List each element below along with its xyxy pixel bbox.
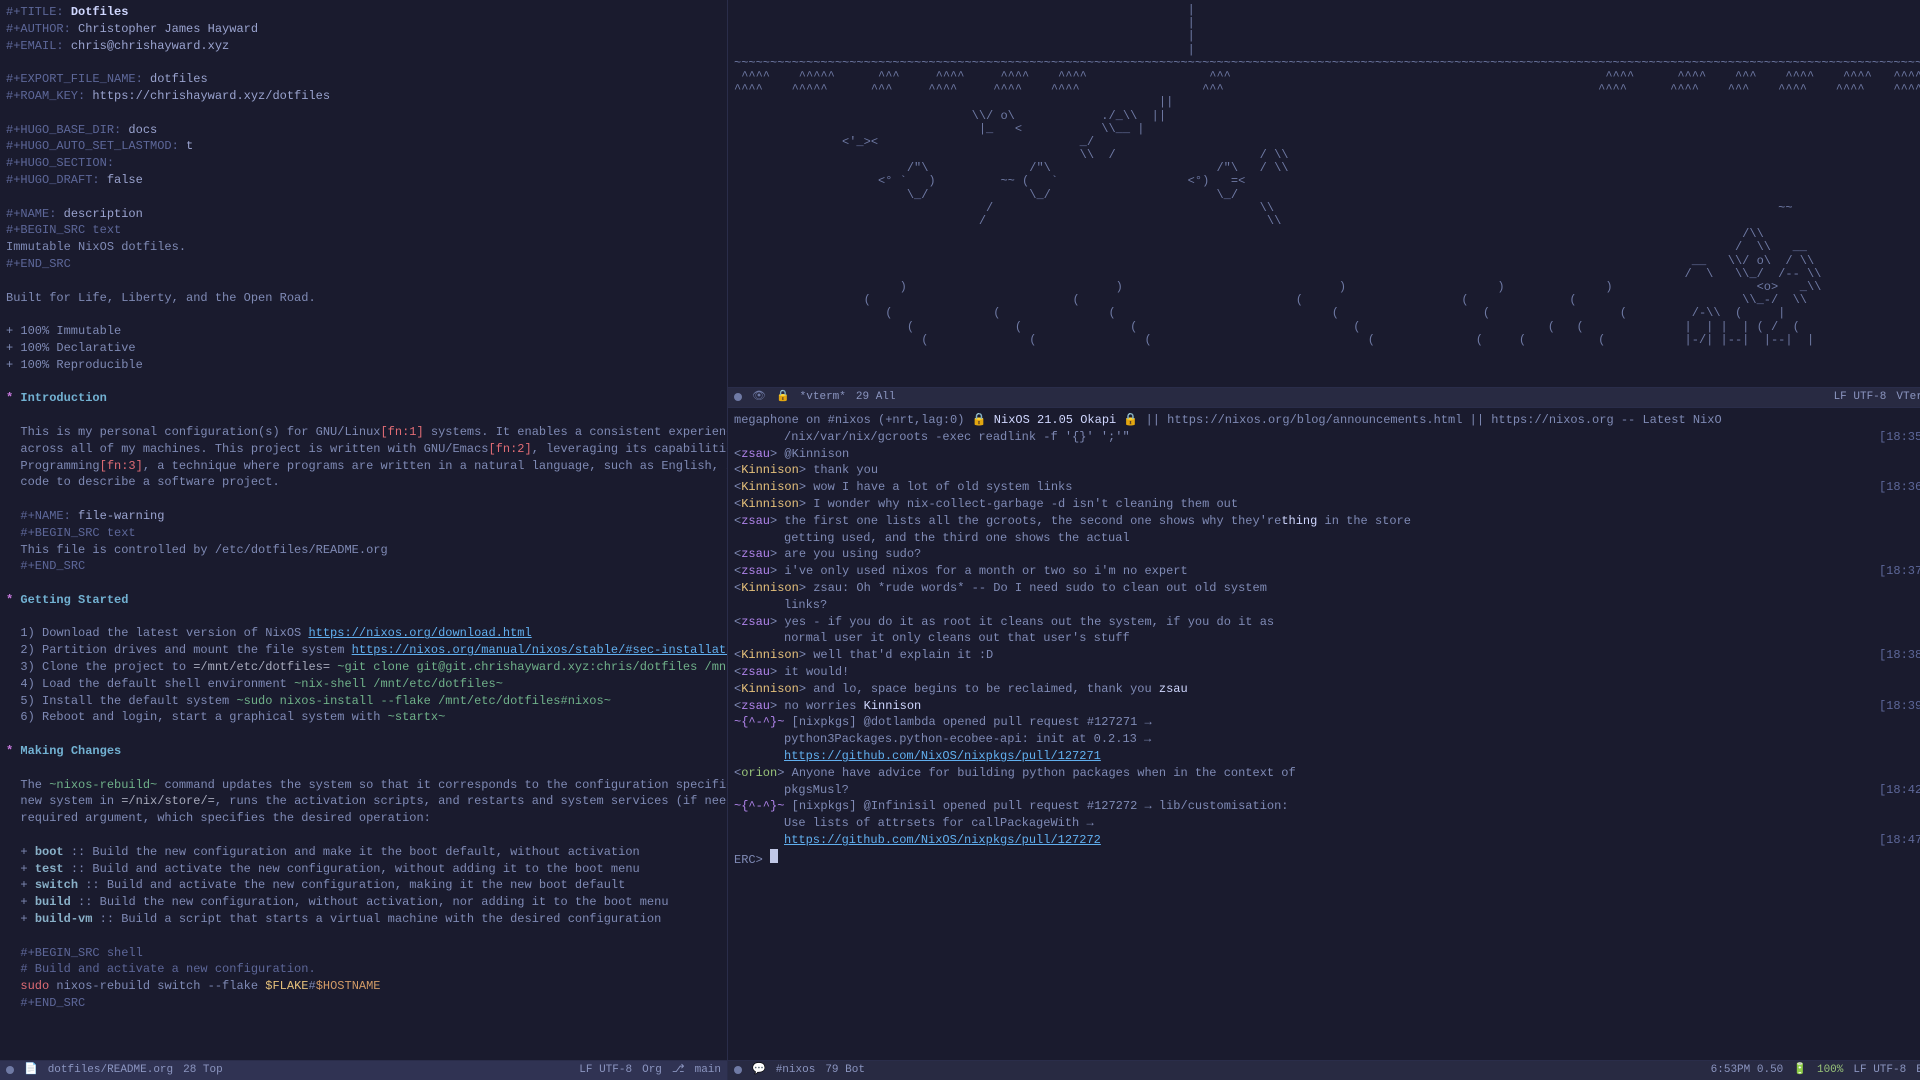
irc-nick[interactable]: zsau: [741, 564, 770, 578]
org-keyword: #+EMAIL:: [6, 39, 64, 53]
battery-icon: 🔋: [1793, 1063, 1807, 1078]
file-icon: 📄: [24, 1063, 38, 1078]
link-nixos-download[interactable]: https://nixos.org/download.html: [308, 626, 531, 640]
irc-message: <zsau> are you using sudo?: [734, 546, 1920, 563]
modeline-left[interactable]: 📄 dotfiles/README.org 28 Top LF UTF-8 Or…: [0, 1060, 727, 1080]
bot-prefix: ~{^-^}~: [734, 715, 784, 729]
git-branch-icon: ⎇: [672, 1063, 685, 1078]
irc-message: <zsau> it would!: [734, 664, 1920, 681]
link-nixos-manual[interactable]: https://nixos.org/manual/nixos/stable/#s…: [352, 643, 727, 657]
major-mode[interactable]: VTerm: [1896, 390, 1920, 405]
right-column: | | | | ~~~: [728, 0, 1920, 1080]
readonly-icon: 👁: [752, 390, 766, 405]
git-branch[interactable]: main: [695, 1063, 721, 1078]
irc-message: <zsau> @Kinnison: [734, 446, 1920, 463]
irc-nick[interactable]: Kinnison: [741, 648, 799, 662]
buffer-name[interactable]: *vterm*: [800, 390, 846, 405]
buffer-position: 28 Top: [183, 1063, 223, 1078]
editor-frame: #+TITLE: Dotfiles #+AUTHOR: Christopher …: [0, 0, 1920, 1080]
encoding: LF UTF-8: [579, 1063, 632, 1078]
bottom-right-pane: megaphone on #nixos (+nrt,lag:0) 🔒 NixOS…: [728, 408, 1920, 1080]
buffer-position: 79 Bot: [825, 1063, 865, 1078]
left-pane: #+TITLE: Dotfiles #+AUTHOR: Christopher …: [0, 0, 728, 1080]
irc-nick[interactable]: Kinnison: [741, 682, 799, 696]
buffer-name[interactable]: dotfiles/README.org: [48, 1063, 173, 1078]
clock: 6:53PM 0.50: [1711, 1063, 1784, 1078]
modified-indicator-icon: [734, 393, 742, 401]
heading-intro[interactable]: Introduction: [20, 391, 106, 405]
irc-message: <zsau> yes - if you do it as root it cle…: [734, 614, 1920, 648]
chat-icon: 💬: [752, 1063, 766, 1078]
irc-nick[interactable]: zsau: [741, 447, 770, 461]
irc-message: <zsau> the first one lists all the gcroo…: [734, 513, 1920, 547]
irc-buffer[interactable]: megaphone on #nixos (+nrt,lag:0) 🔒 NixOS…: [728, 408, 1920, 1060]
irc-nick[interactable]: zsau: [741, 615, 770, 629]
modified-indicator-icon: [6, 1066, 14, 1074]
irc-message: <Kinnison> thank you: [734, 462, 1920, 479]
erc-prompt: ERC>: [734, 853, 763, 867]
github-pr-link[interactable]: https://github.com/NixOS/nixpkgs/pull/12…: [784, 833, 1101, 847]
irc-nick[interactable]: zsau: [741, 514, 770, 528]
irc-nick[interactable]: Kinnison: [741, 463, 799, 477]
github-pr-link[interactable]: https://github.com/NixOS/nixpkgs/pull/12…: [784, 749, 1101, 763]
major-mode[interactable]: Org: [642, 1063, 662, 1078]
major-mode[interactable]: ER: [1916, 1063, 1920, 1078]
irc-nick[interactable]: orion: [741, 766, 777, 780]
encoding: LF UTF-8: [1834, 390, 1887, 405]
irc-message: <Kinnison> I wonder why nix-collect-garb…: [734, 496, 1920, 513]
irc-nick[interactable]: Kinnison: [741, 581, 799, 595]
top-right-pane: | | | | ~~~: [728, 0, 1920, 408]
irc-nick[interactable]: zsau: [741, 547, 770, 561]
buffer-position: 29 All: [856, 390, 896, 405]
encoding: LF UTF-8: [1853, 1063, 1906, 1078]
lock-icon: 🔒: [776, 390, 790, 405]
modeline-irc[interactable]: 💬 #nixos 79 Bot 6:53PM 0.50 🔋 100% LF UTF…: [728, 1060, 1920, 1080]
irc-message: <Kinnison> zsau: Oh *rude words* -- Do I…: [734, 580, 1920, 614]
irc-message: <zsau> i've only used nixos for a month …: [734, 563, 1920, 580]
footnote-ref[interactable]: [fn:3]: [100, 459, 143, 473]
battery-pct: 100%: [1817, 1063, 1843, 1078]
org-keyword: #+TITLE:: [6, 5, 64, 19]
heading-making-changes[interactable]: Making Changes: [20, 744, 121, 758]
irc-input-cursor[interactable]: [770, 849, 778, 863]
footnote-ref[interactable]: [fn:2]: [488, 442, 531, 456]
buffer-name[interactable]: #nixos: [776, 1063, 816, 1078]
irc-nick[interactable]: Kinnison: [741, 480, 799, 494]
irc-nick[interactable]: zsau: [741, 699, 770, 713]
modified-indicator-icon: [734, 1066, 742, 1074]
irc-topic: megaphone on #nixos (+nrt,lag:0) 🔒 NixOS…: [734, 413, 1722, 427]
end-src: #+END_SRC: [6, 257, 71, 271]
org-title-value: Dotfiles: [71, 5, 129, 19]
irc-message: <zsau> no worries Kinnison[18:39]: [734, 698, 1920, 715]
irc-message: <Kinnison> wow I have a lot of old syste…: [734, 479, 1920, 496]
irc-nick[interactable]: Kinnison: [741, 497, 799, 511]
heading-getting-started[interactable]: Getting Started: [20, 593, 128, 607]
footnote-ref[interactable]: [fn:1]: [380, 425, 423, 439]
irc-message: <Kinnison> and lo, space begins to be re…: [734, 681, 1920, 698]
org-keyword: #+AUTHOR:: [6, 22, 71, 36]
org-buffer[interactable]: #+TITLE: Dotfiles #+AUTHOR: Christopher …: [0, 0, 727, 1060]
irc-message: <Kinnison> well that'd explain it :D[18:…: [734, 647, 1920, 664]
modeline-vterm[interactable]: 👁 🔒 *vterm* 29 All LF UTF-8 VTerm: [728, 387, 1920, 407]
irc-nick[interactable]: zsau: [741, 665, 770, 679]
vterm-buffer[interactable]: | | | | ~~~: [728, 0, 1920, 387]
begin-src: #+BEGIN_SRC text: [6, 223, 121, 237]
